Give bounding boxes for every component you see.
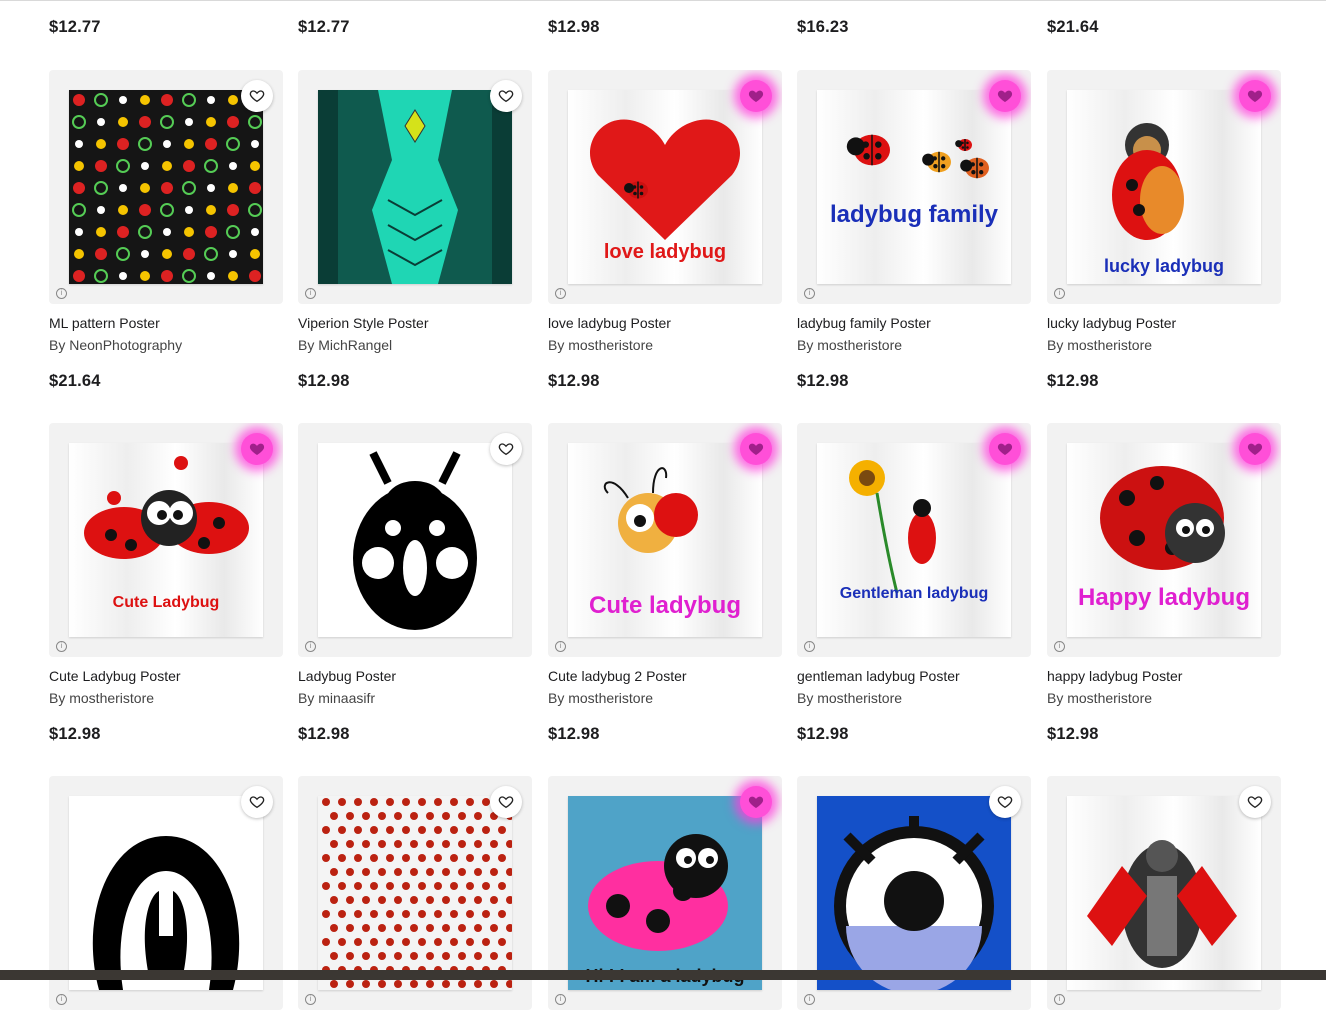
heart-filled-icon[interactable] xyxy=(740,786,772,818)
price-label: $12.98 xyxy=(49,725,101,743)
poster-image: Cute ladybug xyxy=(568,443,762,637)
info-icon[interactable]: i xyxy=(305,641,316,652)
product-title[interactable]: happy ladybug Poster xyxy=(1047,668,1182,684)
product-thumbnail[interactable]: Happy ladybug i xyxy=(1047,423,1281,657)
poster-image xyxy=(69,796,263,990)
heart-filled-icon[interactable] xyxy=(241,433,273,465)
info-icon[interactable]: i xyxy=(804,288,815,299)
price-label: $12.98 xyxy=(1047,725,1099,743)
heart-outline-icon[interactable] xyxy=(490,786,522,818)
poster-caption: Cute ladybug xyxy=(589,592,741,619)
artist-name[interactable]: By NeonPhotography xyxy=(49,337,182,353)
heart-outline-icon[interactable] xyxy=(241,786,273,818)
poster-image xyxy=(1067,796,1261,990)
product-title[interactable]: gentleman ladybug Poster xyxy=(797,668,960,684)
poster-caption: Gentleman ladybug xyxy=(840,585,988,602)
price-label: $21.64 xyxy=(49,372,101,390)
heart-filled-icon[interactable] xyxy=(989,80,1021,112)
bottom-bar xyxy=(0,970,1326,980)
product-title[interactable]: Viperion Style Poster xyxy=(298,315,428,331)
heart-outline-icon[interactable] xyxy=(490,80,522,112)
poster-image: Hi ! I am a ladybug xyxy=(568,796,762,990)
product-thumbnail[interactable]: Cute ladybug i xyxy=(548,423,782,657)
product-title[interactable]: Cute ladybug 2 Poster xyxy=(548,668,687,684)
artist-name[interactable]: By MichRangel xyxy=(298,337,392,353)
price-label: $12.98 xyxy=(298,725,350,743)
product-title[interactable]: ladybug family Poster xyxy=(797,315,931,331)
page-divider xyxy=(0,0,1326,1)
info-icon[interactable]: i xyxy=(555,994,566,1005)
heart-filled-icon[interactable] xyxy=(1239,80,1271,112)
artist-name[interactable]: By mostheristore xyxy=(1047,337,1152,353)
artist-name[interactable]: By mostheristore xyxy=(1047,690,1152,706)
info-icon[interactable]: i xyxy=(305,288,316,299)
poster-caption: Cute Ladybug xyxy=(113,594,220,611)
poster-image: lucky ladybug xyxy=(1067,90,1261,284)
info-icon[interactable]: i xyxy=(305,994,316,1005)
poster-image xyxy=(318,443,512,637)
price-label: $12.98 xyxy=(797,372,849,390)
product-thumbnail[interactable]: i xyxy=(298,70,532,304)
product-title[interactable]: lucky ladybug Poster xyxy=(1047,315,1176,331)
artist-name[interactable]: By mostheristore xyxy=(797,690,902,706)
poster-image xyxy=(318,90,512,284)
heart-filled-icon[interactable] xyxy=(740,433,772,465)
poster-image: ladybug family xyxy=(817,90,1011,284)
artist-name[interactable]: By mostheristore xyxy=(548,337,653,353)
product-title[interactable]: love ladybug Poster xyxy=(548,315,671,331)
info-icon[interactable]: i xyxy=(804,641,815,652)
artist-name[interactable]: By mostheristore xyxy=(548,690,653,706)
price-label: $12.77 xyxy=(49,18,101,36)
heart-outline-icon[interactable] xyxy=(989,786,1021,818)
poster-image xyxy=(318,796,512,990)
poster-caption: lucky ladybug xyxy=(1104,256,1224,276)
product-thumbnail[interactable]: ladybug family i xyxy=(797,70,1031,304)
heart-filled-icon[interactable] xyxy=(1239,433,1271,465)
price-label: $12.98 xyxy=(298,372,350,390)
heart-filled-icon[interactable] xyxy=(989,433,1021,465)
poster-image: Gentleman ladybug xyxy=(817,443,1011,637)
poster-caption: love ladybug xyxy=(604,241,726,263)
product-thumbnail[interactable]: love ladybug i xyxy=(548,70,782,304)
info-icon[interactable]: i xyxy=(1054,288,1065,299)
info-icon[interactable]: i xyxy=(555,288,566,299)
product-thumbnail[interactable]: Cute Ladybug i xyxy=(49,423,283,657)
info-icon[interactable]: i xyxy=(56,641,67,652)
product-thumbnail[interactable]: Gentleman ladybug i xyxy=(797,423,1031,657)
poster-caption: ladybug family xyxy=(830,201,999,228)
product-title[interactable]: Cute Ladybug Poster xyxy=(49,668,181,684)
price-label: $12.98 xyxy=(548,372,600,390)
product-title[interactable]: ML pattern Poster xyxy=(49,315,160,331)
heart-outline-icon[interactable] xyxy=(490,433,522,465)
price-label: $12.98 xyxy=(797,725,849,743)
info-icon[interactable]: i xyxy=(1054,641,1065,652)
price-label: $12.77 xyxy=(298,18,350,36)
info-icon[interactable]: i xyxy=(804,994,815,1005)
poster-image: Cute Ladybug xyxy=(69,443,263,637)
info-icon[interactable]: i xyxy=(555,641,566,652)
poster-image xyxy=(817,796,1011,990)
product-title[interactable]: Ladybug Poster xyxy=(298,668,396,684)
price-label: $12.98 xyxy=(548,725,600,743)
price-label: $21.64 xyxy=(1047,18,1099,36)
price-label: $12.98 xyxy=(548,18,600,36)
price-label: $16.23 xyxy=(797,18,849,36)
poster-caption: Happy ladybug xyxy=(1078,584,1250,611)
artist-name[interactable]: By minaasifr xyxy=(298,690,375,706)
artist-name[interactable]: By mostheristore xyxy=(49,690,154,706)
product-thumbnail[interactable]: lucky ladybug i xyxy=(1047,70,1281,304)
info-icon[interactable]: i xyxy=(1054,994,1065,1005)
heart-outline-icon[interactable] xyxy=(1239,786,1271,818)
info-icon[interactable]: i xyxy=(56,994,67,1005)
price-label: $12.98 xyxy=(1047,372,1099,390)
heart-filled-icon[interactable] xyxy=(740,80,772,112)
info-icon[interactable]: i xyxy=(56,288,67,299)
artist-name[interactable]: By mostheristore xyxy=(797,337,902,353)
product-thumbnail[interactable]: i xyxy=(298,423,532,657)
heart-outline-icon[interactable] xyxy=(241,80,273,112)
poster-image xyxy=(69,90,263,284)
poster-image: love ladybug xyxy=(568,90,762,284)
poster-image: Happy ladybug xyxy=(1067,443,1261,637)
product-thumbnail[interactable]: i xyxy=(49,70,283,304)
